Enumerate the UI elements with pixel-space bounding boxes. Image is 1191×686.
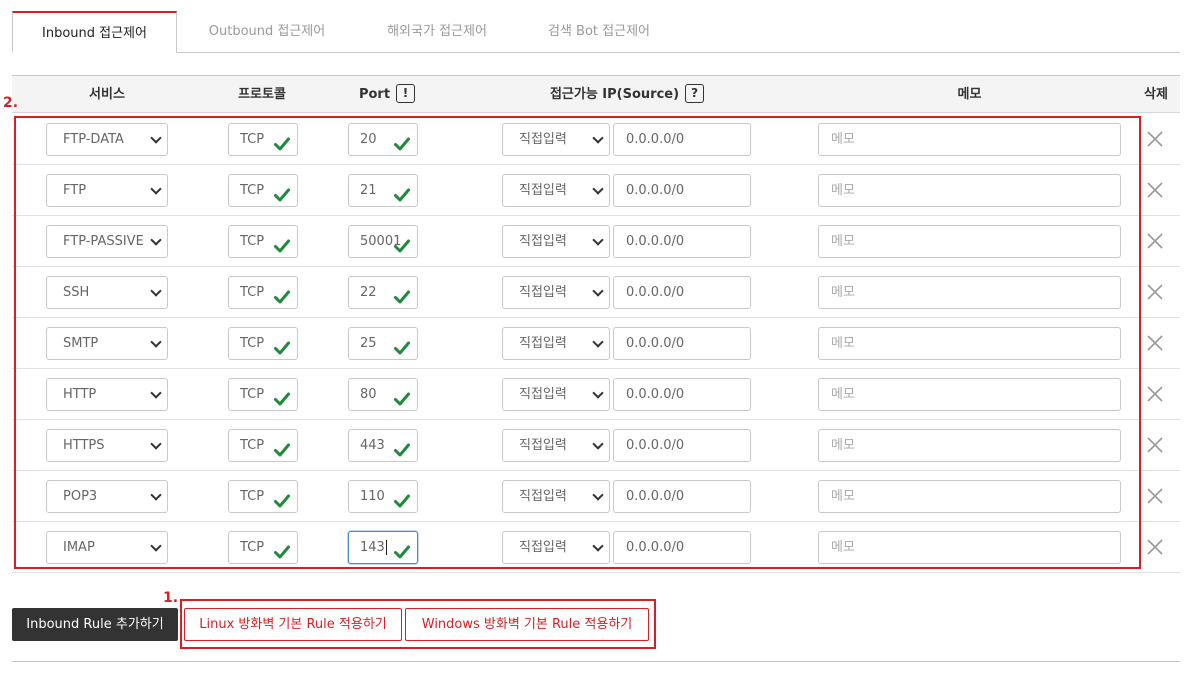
delete-row-icon[interactable] — [1146, 334, 1164, 352]
bottom-divider — [12, 661, 1180, 662]
delete-row-icon[interactable] — [1146, 283, 1164, 301]
header-service: 서비스 — [89, 87, 125, 102]
header-port-label: Port — [358, 87, 391, 102]
source-help-icon[interactable]: ? — [685, 84, 705, 103]
header-source-ip: 접근가능 IP(Source)? — [502, 76, 752, 114]
tab-outbound[interactable]: Outbound 접근제어 — [182, 11, 352, 53]
header-delete: 삭제 — [1144, 87, 1168, 102]
header-source-ip-label: 접근가능 IP(Source) — [549, 87, 680, 102]
table-header: 서비스 프로토콜 Port! 접근가능 IP(Source)? 메모 삭제 — [12, 75, 1180, 113]
windows-default-rules-button[interactable]: Windows 방화벽 기본 Rule 적용하기 — [405, 608, 649, 641]
port-info-icon[interactable]: ! — [396, 84, 416, 103]
tab-overseas[interactable]: 해외국가 접근제어 — [352, 11, 522, 53]
header-memo: 메모 — [957, 87, 982, 102]
delete-row-icon[interactable] — [1146, 538, 1164, 556]
tab-bar: Inbound 접근제어 Outbound 접근제어 해외국가 접근제어 검색 … — [12, 11, 1180, 53]
delete-row-icon[interactable] — [1146, 436, 1164, 454]
annotation-rows-marker: 2. — [3, 95, 19, 111]
add-inbound-rule-button[interactable]: Inbound Rule 추가하기 — [12, 608, 178, 641]
delete-row-icon[interactable] — [1146, 232, 1164, 250]
header-protocol: 프로토콜 — [238, 87, 286, 102]
delete-row-icon[interactable] — [1146, 385, 1164, 403]
delete-row-icon[interactable] — [1146, 130, 1164, 148]
header-port: Port! — [342, 76, 432, 114]
tab-inbound[interactable]: Inbound 접근제어 — [12, 11, 177, 53]
annotation-buttons-marker: 1. — [163, 590, 179, 606]
linux-default-rules-button[interactable]: Linux 방화벽 기본 Rule 적용하기 — [184, 608, 402, 641]
delete-row-icon[interactable] — [1146, 487, 1164, 505]
delete-row-icon[interactable] — [1146, 181, 1164, 199]
rows-highlight-frame — [14, 116, 1141, 569]
tab-search-bot[interactable]: 검색 Bot 접근제어 — [514, 11, 684, 53]
